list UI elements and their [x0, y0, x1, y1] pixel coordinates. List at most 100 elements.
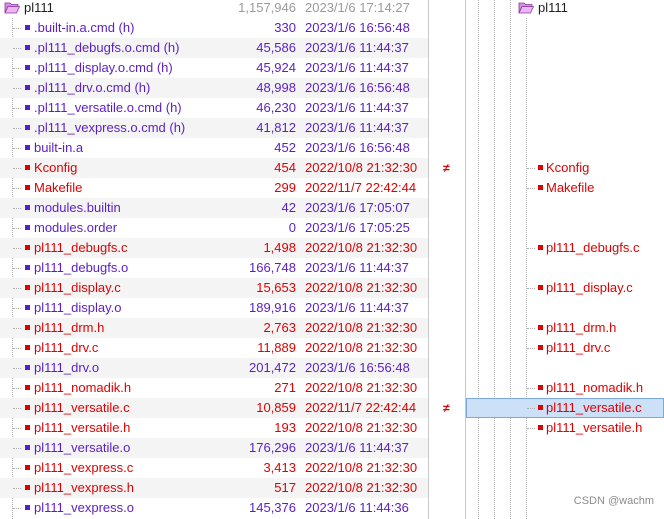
tree-connector [13, 208, 21, 209]
left-folder-row[interactable]: pl111 1,157,946 2023/1/6 17:14:27 [0, 0, 428, 18]
right-file-row[interactable]: pl111_drv.c [466, 338, 664, 358]
left-file-row[interactable]: pl111_versatile.h 193 2022/10/8 21:32:30 [0, 418, 428, 438]
left-file-row[interactable]: pl111_drm.h 2,763 2022/10/8 21:32:30 [0, 318, 428, 338]
left-file-row[interactable]: .pl111_debugfs.o.cmd (h) 45,586 2023/1/6 1… [0, 38, 428, 58]
file-date: 2022/11/7 22:42:44 [305, 400, 417, 415]
left-file-row[interactable]: pl111_vexpress.h 517 2022/10/8 21:32:30 [0, 478, 428, 498]
left-file-row[interactable]: pl111_vexpress.c 3,413 2022/10/8 21:32:30 [0, 458, 428, 478]
right-file-row[interactable]: Makefile [466, 178, 664, 198]
left-file-row[interactable]: pl111_drv.o 201,472 2023/1/6 16:56:48 [0, 358, 428, 378]
file-size: 1,498 [263, 240, 296, 255]
right-file-row[interactable]: pl111_versatile.h [466, 418, 664, 438]
left-file-row[interactable]: .built-in.a.cmd (h) 330 2023/1/6 16:56:48 [0, 18, 428, 38]
file-date: 2022/10/8 21:32:30 [305, 380, 418, 395]
file-size: 145,376 [249, 500, 296, 515]
right-file-row[interactable]: pl111_debugfs.c [466, 238, 664, 258]
left-file-row[interactable]: pl111_versatile.c 10,859 2022/11/7 22:42:4… [0, 398, 428, 418]
file-date: 2023/1/6 16:56:48 [305, 360, 410, 375]
right-tree-line [510, 0, 511, 519]
file-name: .pl111_display.o.cmd (h) [34, 60, 173, 75]
left-file-row[interactable]: Kconfig 454 2022/10/8 21:32:30 [0, 158, 428, 178]
left-file-row[interactable]: modules.builtin 42 2023/1/6 17:05:07 [0, 198, 428, 218]
left-pane[interactable]: pl111 1,157,946 2023/1/6 17:14:27 .built… [0, 0, 428, 519]
left-file-row[interactable]: .pl111_drv.o.cmd (h) 48,998 2023/1/6 16:56… [0, 78, 428, 98]
file-size: 330 [274, 20, 296, 35]
file-name: pl111_display.c [34, 280, 121, 295]
file-icon [25, 125, 30, 130]
file-icon [538, 345, 543, 350]
tree-connector [13, 228, 21, 229]
compare-gutter: ≠ ≠ [428, 0, 466, 519]
tree-connector [13, 328, 21, 329]
tree-connector [527, 288, 535, 289]
left-file-row[interactable]: pl111_debugfs.c 1,498 2022/10/8 21:32:30 [0, 238, 428, 258]
left-file-row[interactable]: pl111_nomadik.h 271 2022/10/8 21:32:30 [0, 378, 428, 398]
left-folder-size: 1,157,946 [238, 0, 296, 15]
tree-connector [13, 28, 21, 29]
file-name: pl111_nomadik.h [34, 380, 132, 395]
left-file-row[interactable]: pl111_display.c 15,653 2022/10/8 21:32:30 [0, 278, 428, 298]
right-file-row[interactable]: pl111_drm.h [466, 318, 664, 338]
file-name: pl111_versatile.c [34, 400, 130, 415]
left-file-row[interactable]: Makefile 299 2022/11/7 22:42:44 [0, 178, 428, 198]
right-file-row[interactable]: pl111_versatile.c [466, 398, 664, 418]
file-icon [25, 305, 30, 310]
file-name: modules.order [34, 220, 118, 235]
file-size: 15,653 [256, 280, 296, 295]
file-date: 2023/1/6 11:44:37 [305, 40, 409, 55]
file-date: 2022/10/8 21:32:30 [305, 160, 418, 175]
tree-connector [527, 388, 535, 389]
right-pane[interactable]: pl111 Kconfig Makefile pl111_debugfs.c pl11… [466, 0, 664, 519]
file-size: 11,889 [257, 340, 296, 355]
right-file-row[interactable]: pl111_display.c [466, 278, 664, 298]
right-tree-line [526, 18, 527, 519]
left-file-row[interactable]: .pl111_vexpress.o.cmd (h) 41,812 2023/1/6 … [0, 118, 428, 138]
right-folder-row[interactable]: pl111 [466, 0, 664, 18]
not-equal-icon: ≠ [443, 161, 450, 175]
file-icon [25, 345, 30, 350]
file-icon [25, 245, 30, 250]
left-file-row[interactable]: pl111_vexpress.o 145,376 2023/1/6 11:44:36 [0, 498, 428, 518]
file-date: 2023/1/6 11:44:37 [305, 120, 409, 135]
file-size: 42 [281, 200, 296, 215]
right-tree-line [494, 0, 495, 519]
left-file-row[interactable]: pl111_debugfs.o 166,748 2023/1/6 11:44:37 [0, 258, 428, 278]
file-size: 2,763 [263, 320, 296, 335]
tree-connector [527, 348, 535, 349]
file-date: 2022/10/8 21:32:30 [305, 320, 418, 335]
left-file-row[interactable]: pl111_drv.c 11,889 2022/10/8 21:32:30 [0, 338, 428, 358]
left-file-row[interactable]: modules.order 0 2023/1/6 17:05:25 [0, 218, 428, 238]
file-name: built-in.a [34, 140, 84, 155]
file-icon [25, 45, 30, 50]
file-date: 2023/1/6 16:56:48 [305, 80, 410, 95]
file-icon [25, 105, 30, 110]
not-equal-icon: ≠ [443, 401, 450, 415]
file-size: 193 [274, 420, 296, 435]
left-file-row[interactable]: .pl111_versatile.o.cmd (h) 46,230 2023/1/6… [0, 98, 428, 118]
file-name: pl111_nomadik.h [546, 380, 644, 395]
file-name: pl111_drv.c [546, 340, 611, 355]
left-file-row[interactable]: built-in.a 452 2023/1/6 16:56:48 [0, 138, 428, 158]
left-file-row[interactable]: pl111_versatile.o 176,296 2023/1/6 11:44:3… [0, 438, 428, 458]
file-name: pl111_drv.o [34, 360, 100, 375]
tree-connector [13, 348, 21, 349]
file-name: .pl111_debugfs.o.cmd (h) [34, 40, 180, 55]
right-file-row[interactable]: Kconfig [466, 158, 664, 178]
file-icon [25, 85, 30, 90]
file-name: Makefile [546, 180, 595, 195]
tree-connector [13, 368, 21, 369]
file-icon [25, 185, 30, 190]
file-size: 46,230 [256, 100, 296, 115]
right-folder-name: pl111 [538, 0, 568, 15]
left-file-row[interactable]: pl111_display.o 189,916 2023/1/6 11:44:37 [0, 298, 428, 318]
right-tree-line [478, 0, 479, 519]
right-file-row[interactable]: pl111_nomadik.h [466, 378, 664, 398]
left-file-row[interactable]: .pl111_display.o.cmd (h) 45,924 2023/1/6 1… [0, 58, 428, 78]
tree-connector [13, 508, 21, 509]
file-size: 41,812 [256, 120, 296, 135]
file-name: pl111_drv.c [34, 340, 99, 355]
file-icon [25, 205, 30, 210]
file-date: 2022/10/8 21:32:30 [305, 280, 418, 295]
tree-connector [13, 268, 21, 269]
file-date: 2023/1/6 16:56:48 [305, 20, 410, 35]
